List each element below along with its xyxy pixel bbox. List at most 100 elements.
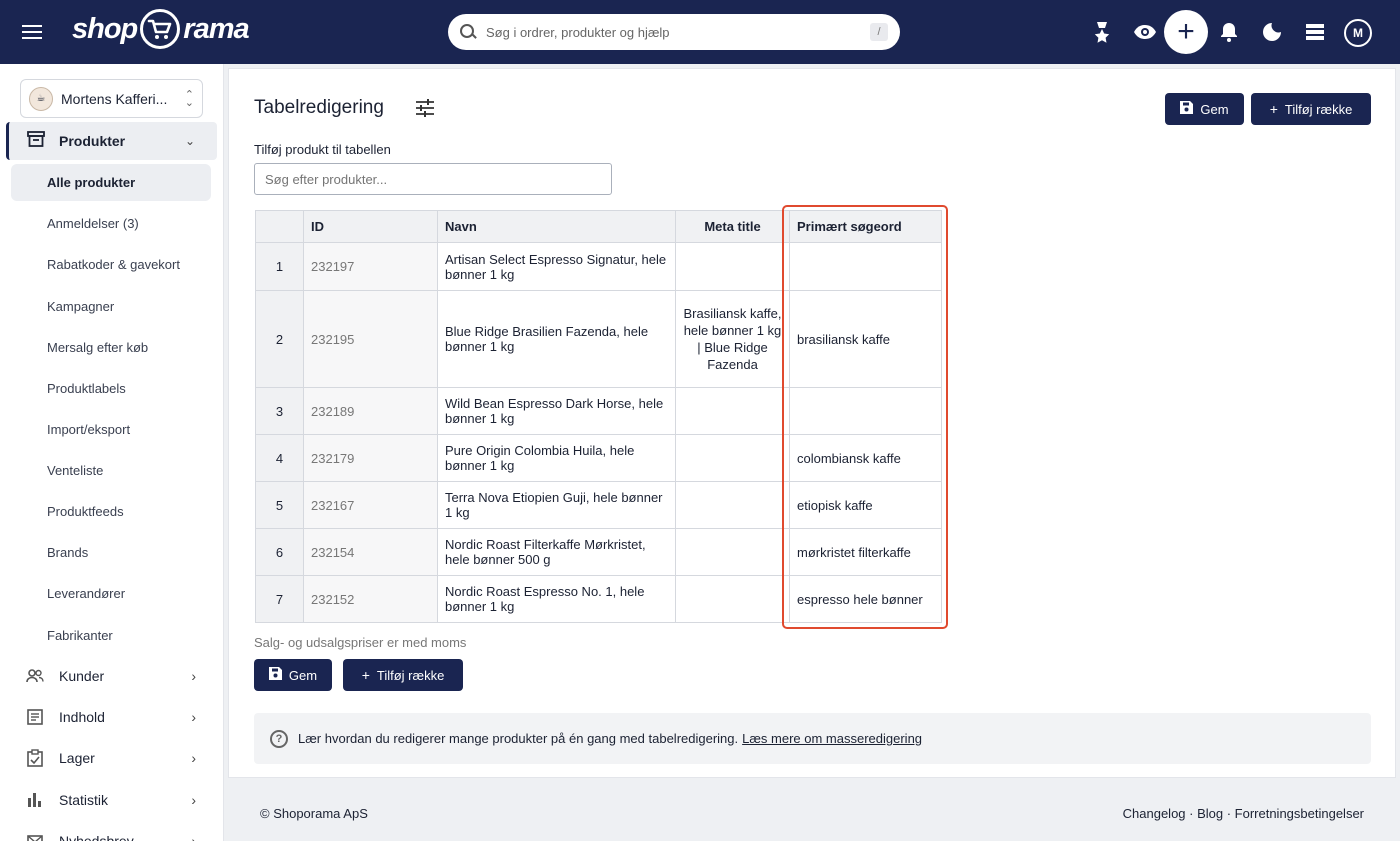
- cell-keyword[interactable]: mørkristet filterkaffe: [789, 528, 942, 576]
- clipboard-icon: [26, 749, 44, 767]
- sidebar-item-nyhedsbrev[interactable]: Nyhedsbrev ›: [26, 826, 196, 841]
- sidebar-subitem-venteliste[interactable]: Venteliste: [11, 452, 211, 489]
- search-placeholder: Søg i ordrer, produkter og hjælp: [486, 24, 670, 40]
- bell-icon[interactable]: [1217, 20, 1241, 44]
- sidebar-item-label: Nyhedsbrev: [59, 833, 134, 841]
- logo-text-right: rama: [183, 12, 249, 45]
- cart-logo-icon: [140, 9, 181, 49]
- sidebar-item-label: Statistik: [59, 792, 109, 808]
- col-header-name[interactable]: Navn: [437, 210, 676, 243]
- shoporama-logo[interactable]: shop rama: [72, 9, 250, 49]
- award-icon[interactable]: [1090, 20, 1114, 44]
- sidebar-subitem-kampagner[interactable]: Kampagner: [11, 288, 211, 325]
- cell-keyword[interactable]: [789, 242, 942, 291]
- row-number: 2: [255, 290, 304, 388]
- cell-meta-title[interactable]: [675, 434, 790, 482]
- sidebar-item-statistik[interactable]: Statistik ›: [26, 785, 196, 815]
- sidebar-subitem-import-eksport[interactable]: Import/eksport: [11, 411, 211, 448]
- sidebar-subitem-produktlabels[interactable]: Produktlabels: [11, 370, 211, 407]
- search-bar[interactable]: Søg i ordrer, produkter og hjælp /: [448, 14, 900, 50]
- product-search-input[interactable]: [254, 163, 612, 195]
- sidebar-subitem-alle-produkter[interactable]: Alle produkter: [11, 164, 211, 201]
- create-new-button[interactable]: +: [1164, 10, 1208, 54]
- sidebar-subitem-rabatkoder[interactable]: Rabatkoder & gavekort: [11, 246, 211, 283]
- table-row: 1 232197 Artisan Select Espresso Signatu…: [255, 242, 942, 291]
- sidebar-item-indhold[interactable]: Indhold ›: [26, 702, 196, 732]
- row-number: 7: [255, 575, 304, 623]
- copyright: © Shoporama ApS: [260, 806, 368, 821]
- shop-selector[interactable]: ☕ Mortens Kafferi... ⌃ ⌄: [20, 79, 203, 118]
- col-header-meta-title[interactable]: Meta title: [675, 210, 790, 243]
- add-row-label: Tilføj række: [376, 667, 445, 683]
- cell-name[interactable]: Blue Ridge Brasilien Fazenda, hele bønne…: [437, 290, 676, 388]
- menu-icon[interactable]: [22, 22, 42, 42]
- sidebar-item-label: Produkter: [59, 133, 126, 149]
- cell-meta-title[interactable]: [675, 387, 790, 435]
- product-table: ID Navn Meta title Primært søgeord 1 232…: [255, 210, 942, 623]
- top-bar: shop rama Søg i ordrer, produkter og hjæ…: [0, 0, 1400, 64]
- cell-keyword[interactable]: [789, 387, 942, 435]
- user-avatar[interactable]: M: [1344, 19, 1372, 47]
- cell-keyword[interactable]: espresso hele bønner: [789, 575, 942, 623]
- cell-meta-title[interactable]: [675, 528, 790, 576]
- main-panel: Tabelredigering Gem + Tilføj række Tilfø…: [228, 68, 1396, 778]
- footer: © Shoporama ApS Changelog · Blog · Forre…: [228, 785, 1396, 841]
- sidebar-item-label: Kunder: [59, 668, 105, 684]
- dark-mode-icon[interactable]: [1260, 20, 1284, 44]
- sidebar-subitem-anmeldelser[interactable]: Anmeldelser (3): [11, 205, 211, 242]
- table-row: 2 232195 Blue Ridge Brasilien Fazenda, h…: [255, 290, 942, 388]
- save-icon: [1180, 101, 1194, 117]
- cell-name[interactable]: Nordic Roast Filterkaffe Mørkristet, hel…: [437, 528, 676, 576]
- cell-id: 232189: [303, 387, 438, 435]
- chevron-right-icon: ›: [191, 833, 196, 841]
- info-box: ? Lær hvordan du redigerer mange produkt…: [254, 713, 1371, 764]
- col-header-id[interactable]: ID: [303, 210, 438, 243]
- cell-id: 232154: [303, 528, 438, 576]
- cell-name[interactable]: Nordic Roast Espresso No. 1, hele bønner…: [437, 575, 676, 623]
- chevron-right-icon: ›: [191, 750, 196, 766]
- eye-icon[interactable]: [1133, 20, 1157, 44]
- cell-name[interactable]: Pure Origin Colombia Huila, hele bønner …: [437, 434, 676, 482]
- shop-logo-icon: ☕: [29, 86, 53, 111]
- add-row-button-bottom[interactable]: + Tilføj række: [343, 659, 463, 691]
- row-number: 6: [255, 528, 304, 576]
- cell-name[interactable]: Artisan Select Espresso Signatur, hele b…: [437, 242, 676, 291]
- sidebar-subitem-brands[interactable]: Brands: [11, 534, 211, 571]
- shop-name: Mortens Kafferi...: [61, 90, 168, 107]
- footer-links[interactable]: Changelog · Blog · Forretningsbetingelse…: [1123, 806, 1364, 821]
- sidebar-item-kunder[interactable]: Kunder ›: [26, 661, 196, 691]
- table-row: 4 232179 Pure Origin Colombia Huila, hel…: [255, 434, 942, 482]
- cell-meta-title[interactable]: [675, 242, 790, 291]
- storage-icon[interactable]: [1303, 20, 1327, 44]
- sidebar-subitem-leverandorer[interactable]: Leverandører: [11, 575, 211, 612]
- sidebar-item-produkter[interactable]: Produkter ⌄: [6, 122, 217, 160]
- save-button-top[interactable]: Gem: [1165, 93, 1244, 125]
- tune-settings-icon[interactable]: [415, 99, 435, 119]
- chevron-right-icon: ›: [191, 709, 196, 725]
- cell-keyword[interactable]: colombiansk kaffe: [789, 434, 942, 482]
- cell-meta-title[interactable]: [675, 575, 790, 623]
- cell-meta-title[interactable]: Brasiliansk kaffe, hele bønner 1 kg | Bl…: [675, 290, 790, 388]
- sidebar: ☕ Mortens Kafferi... ⌃ ⌄ Produkter ⌄ Alle…: [0, 64, 224, 841]
- add-row-button-top[interactable]: + Tilføj række: [1251, 93, 1371, 125]
- col-header-primary-keyword[interactable]: Primært søgeord: [789, 210, 942, 243]
- document-icon: [26, 708, 44, 726]
- save-button-bottom[interactable]: Gem: [254, 659, 332, 691]
- cell-keyword[interactable]: etiopisk kaffe: [789, 481, 942, 529]
- row-number: 3: [255, 387, 304, 435]
- plus-icon: +: [361, 667, 370, 683]
- sidebar-subitem-fabrikanter[interactable]: Fabrikanter: [11, 617, 211, 654]
- chevron-updown-icon: ⌃ ⌄: [184, 88, 194, 109]
- sidebar-item-lager[interactable]: Lager ›: [26, 743, 196, 773]
- save-icon: [268, 667, 282, 683]
- mail-icon: [26, 832, 44, 841]
- cell-keyword[interactable]: brasiliansk kaffe: [789, 290, 942, 388]
- learn-more-link[interactable]: Læs mere om masseredigering: [742, 731, 922, 746]
- footer-links-text[interactable]: Changelog · Blog · Forretningsbetingelse…: [1123, 806, 1364, 821]
- cell-meta-title[interactable]: [675, 481, 790, 529]
- sidebar-subitem-mersalg[interactable]: Mersalg efter køb: [11, 329, 211, 366]
- search-icon: [460, 24, 476, 40]
- cell-name[interactable]: Terra Nova Etiopien Guji, hele bønner 1 …: [437, 481, 676, 529]
- sidebar-subitem-produktfeeds[interactable]: Produktfeeds: [11, 493, 211, 530]
- cell-name[interactable]: Wild Bean Espresso Dark Horse, hele bønn…: [437, 387, 676, 435]
